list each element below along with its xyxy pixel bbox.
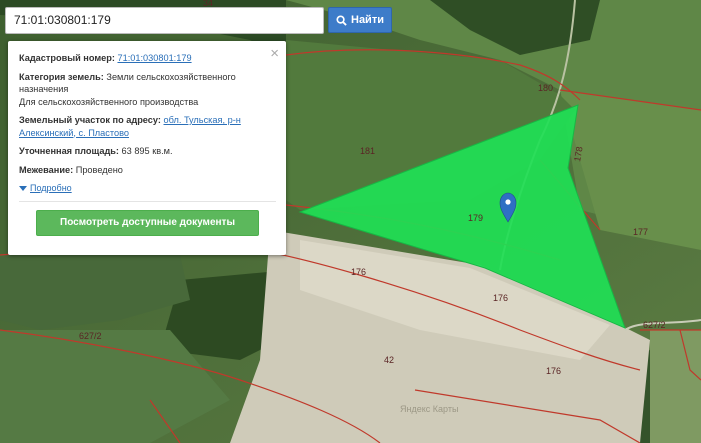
- survey-label: Межевание:: [19, 164, 74, 175]
- land-category-row: Категория земель: Земли сельскохозяйстве…: [19, 71, 276, 109]
- area-value: 63 895 кв.м.: [121, 146, 173, 156]
- close-icon[interactable]: ×: [270, 46, 279, 61]
- parcel-label: 176: [546, 366, 561, 376]
- land-category-label: Категория земель:: [19, 71, 104, 82]
- area-row: Уточненная площадь: 63 895 кв.м.: [19, 145, 276, 158]
- address-label: Земельный участок по адресу:: [19, 115, 161, 125]
- search-button-label: Найти: [351, 14, 384, 26]
- cadastral-search-input[interactable]: 71:01:030801:179: [5, 7, 324, 34]
- parcel-label: 177: [633, 227, 648, 237]
- address-row: Земельный участок по адресу: обл. Тульск…: [19, 114, 276, 139]
- more-details-toggle[interactable]: Подробно: [19, 182, 276, 195]
- parcel-label: 180: [538, 83, 553, 93]
- search-icon: [336, 14, 347, 26]
- search-button[interactable]: Найти: [328, 7, 392, 33]
- parcel-label: 176: [351, 267, 366, 277]
- survey-row: Межевание: Проведено: [19, 164, 276, 177]
- divider: [19, 200, 276, 202]
- more-details-label: Подробно: [30, 183, 72, 193]
- view-documents-button[interactable]: Посмотреть доступные документы: [36, 209, 259, 236]
- cadastral-number-label: Кадастровый номер:: [19, 53, 115, 63]
- map-watermark: Яндекс Карты: [400, 404, 458, 414]
- triangle-down-icon: [19, 185, 27, 191]
- parcel-label: 627/2: [79, 331, 102, 341]
- field-area: [650, 330, 701, 443]
- land-use-value: Для сельскохозяйственного производства: [19, 96, 199, 107]
- area-label: Уточненная площадь:: [19, 146, 119, 156]
- parcel-info-popup: × Кадастровый номер: 71:01:030801:179 Ка…: [8, 41, 286, 255]
- parcel-label: 176: [493, 293, 508, 303]
- cadastral-number-row: Кадастровый номер: 71:01:030801:179: [19, 52, 276, 65]
- parcel-label: 42: [384, 355, 394, 365]
- parcel-label: 627/2: [643, 320, 666, 330]
- parcel-label: 179: [468, 213, 483, 223]
- survey-value: Проведено: [75, 164, 123, 175]
- cadastral-number-link[interactable]: 71:01:030801:179: [117, 53, 191, 63]
- parcel-label: 181: [360, 146, 375, 156]
